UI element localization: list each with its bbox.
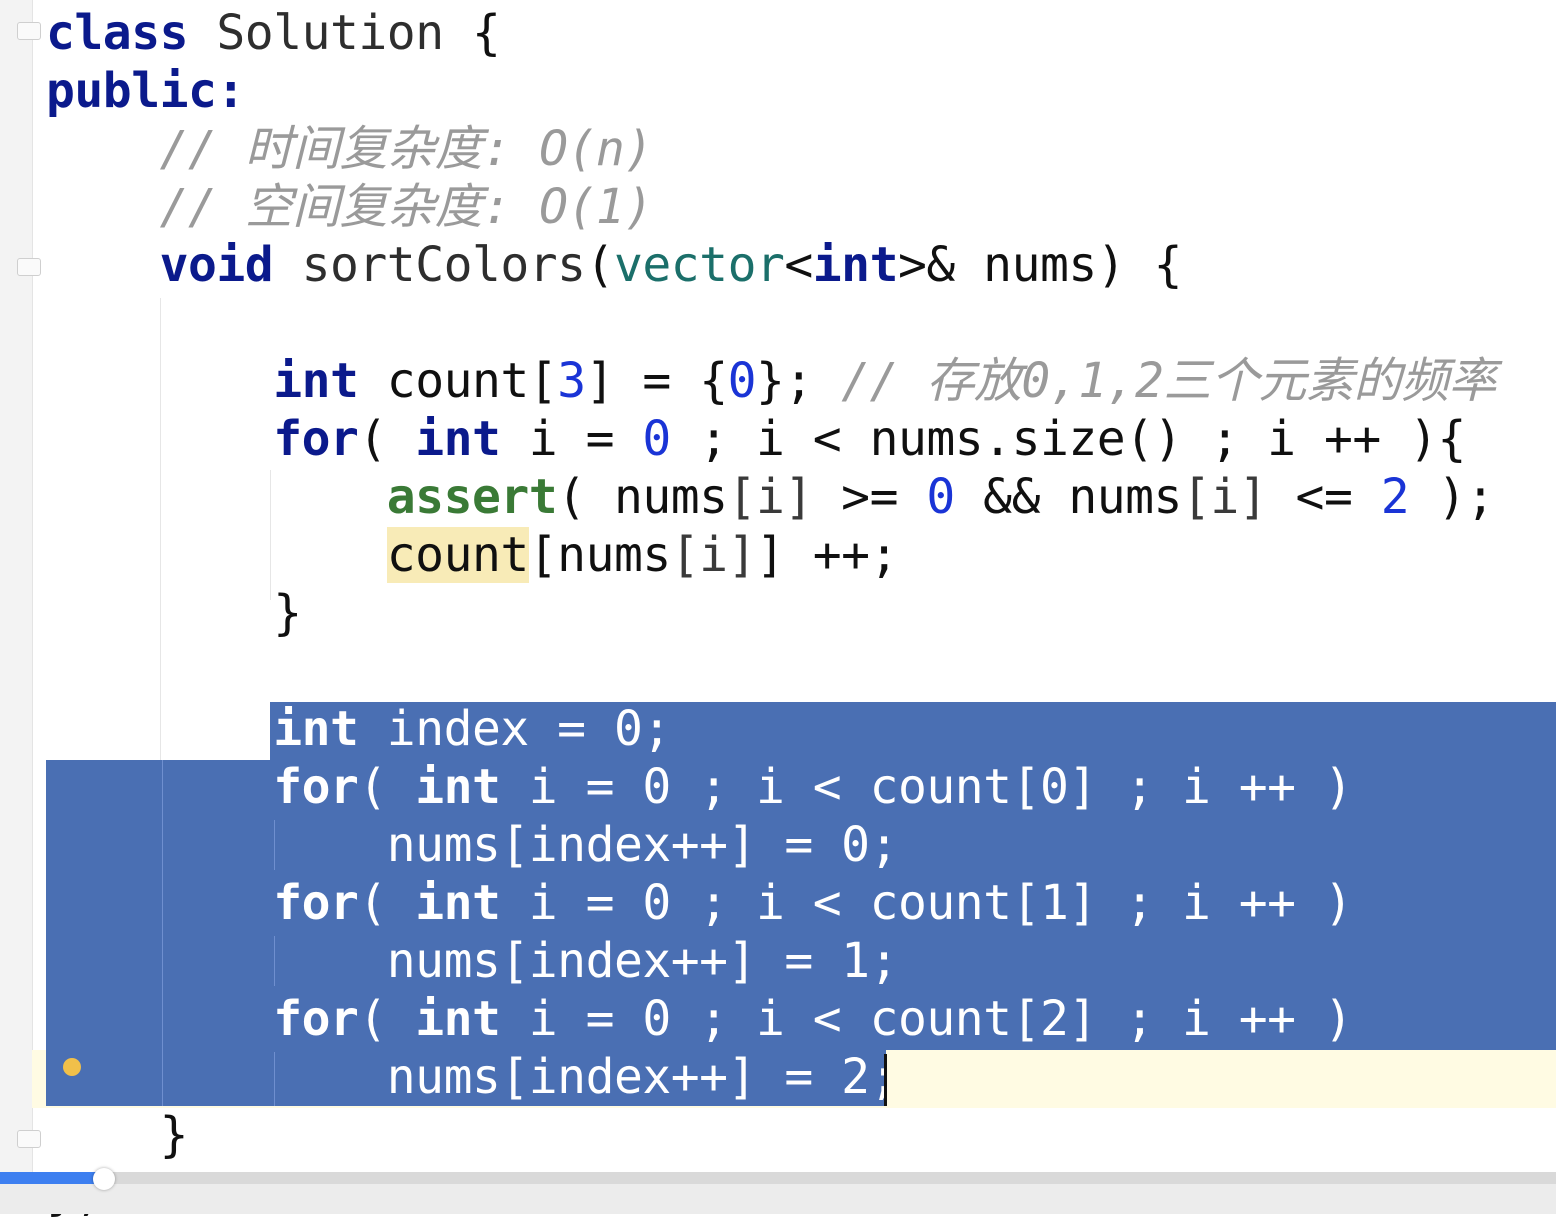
class-name: Solution: [216, 5, 444, 61]
fold-marker-icon[interactable]: [17, 22, 41, 40]
code-line-20[interactable]: }: [46, 1106, 189, 1164]
method-name: sortColors: [301, 237, 586, 293]
code-line-10[interactable]: count[nums[i]] ++;: [46, 526, 898, 584]
code-line-5[interactable]: void sortColors(vector<int>& nums) {: [46, 236, 1183, 294]
video-progress-track[interactable]: [0, 1172, 1556, 1184]
code-line-1[interactable]: class Solution {: [46, 4, 501, 62]
code-line-2[interactable]: public:: [46, 62, 245, 120]
code-line-7[interactable]: int count[3] = {0}; // 存放0,1,2三个元素的频率: [46, 352, 1496, 410]
comment-space-complexity[interactable]: // 空间复杂度: O(1): [46, 178, 654, 236]
code-line-9[interactable]: assert( nums[i] >= 0 && nums[i] <= 2 );: [46, 468, 1495, 526]
code-line-15[interactable]: nums[index++] = 0;: [46, 816, 899, 874]
keyword-public: public:: [46, 63, 245, 119]
code-line-13[interactable]: int index = 0;: [46, 700, 671, 758]
code-line-8[interactable]: for( int i = 0 ; i < nums.size() ; i ++ …: [46, 410, 1466, 468]
code-line-18[interactable]: for( int i = 0 ; i < count[2] ; i ++ ): [46, 990, 1353, 1048]
code-line-11[interactable]: }: [46, 584, 302, 642]
video-player-bar: [0, 1184, 1556, 1214]
code-line-16[interactable]: for( int i = 0 ; i < count[1] ; i ++ ): [46, 874, 1353, 932]
code-line-17[interactable]: nums[index++] = 1;: [46, 932, 899, 990]
fold-marker-icon[interactable]: [17, 258, 41, 276]
code-line-14[interactable]: for( int i = 0 ; i < count[0] ; i ++ ): [46, 758, 1353, 816]
editor-gutter: [0, 0, 33, 1172]
fold-marker-icon[interactable]: [17, 1130, 41, 1148]
comment-time-complexity[interactable]: // 时间复杂度: O(n): [46, 120, 654, 178]
highlighted-identifier: count: [386, 527, 529, 583]
text-caret: [884, 1054, 887, 1106]
video-progress-handle[interactable]: [93, 1168, 115, 1190]
comment-frequency: // 存放0,1,2三个元素的频率: [841, 353, 1496, 409]
lightbulb-icon[interactable]: [63, 1058, 81, 1076]
code-line-19[interactable]: nums[index++] = 2;: [46, 1048, 899, 1106]
keyword-class: class: [46, 5, 189, 61]
video-progress-fill: [0, 1172, 104, 1184]
